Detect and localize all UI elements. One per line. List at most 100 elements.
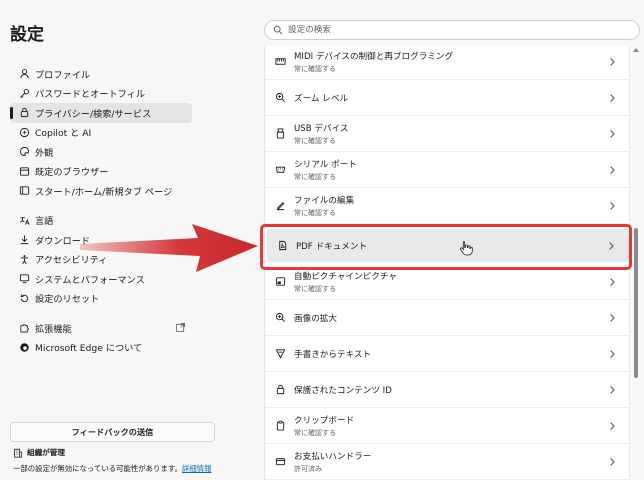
protected-content-icon (273, 383, 287, 397)
edge-icon (18, 341, 30, 353)
sidebar-item-appearance[interactable]: 外観 (10, 142, 192, 162)
managed-label: 組織が管理 (27, 448, 65, 457)
image-zoom-icon (273, 311, 287, 325)
row-file-edit[interactable]: ファイルの編集 常に確認する (265, 188, 631, 224)
lock-icon (18, 107, 30, 119)
search-box[interactable] (264, 20, 640, 40)
chevron-right-icon (610, 421, 615, 430)
chevron-right-icon (610, 57, 615, 66)
handwriting-icon (273, 347, 287, 361)
row-label: ファイルの編集 (294, 195, 355, 206)
midi-icon (273, 55, 287, 69)
chevron-right-icon (610, 93, 615, 102)
sidebar-item-label: 既定のブラウザー (35, 167, 109, 179)
download-icon (18, 234, 30, 246)
chevron-right-icon (610, 201, 615, 210)
zoom-icon (273, 91, 287, 105)
managed-note: 一部の設定が無効になっている可能性があります。詳細情報 (13, 463, 211, 474)
serial-port-icon (273, 163, 287, 177)
sidebar-item-extensions[interactable]: 拡張機能 (10, 318, 192, 338)
home-icon (18, 185, 30, 197)
reset-icon (18, 292, 30, 304)
search-input[interactable] (288, 25, 608, 35)
row-usb[interactable]: USB デバイス 常に確認する (265, 116, 631, 152)
sidebar-item-label: プライバシー/検索/サービス (35, 108, 152, 120)
sidebar-item-profile[interactable]: プロファイル (10, 64, 192, 84)
sidebar-item-label: Microsoft Edge について (35, 343, 143, 355)
sidebar-item-label: スタート/ホーム/新規タブ ページ (35, 186, 173, 198)
building-icon (14, 448, 23, 458)
extensions-icon (18, 322, 30, 334)
sidebar-item-copilot[interactable]: Copilot と AI (10, 123, 192, 143)
row-label: 画像の拡大 (294, 313, 337, 324)
hand-cursor-icon (459, 241, 473, 256)
chevron-right-icon (610, 457, 615, 466)
row-clipboard[interactable]: クリップボード 常に確認する (265, 408, 631, 444)
scroll-thumb[interactable] (634, 228, 638, 378)
pip-icon (273, 275, 287, 289)
managed-by-org: 組織が管理 (13, 447, 65, 458)
row-payment-handler[interactable]: お支払いハンドラー 許可済み (265, 444, 631, 480)
row-label: シリアル ポート (294, 159, 357, 170)
row-image-zoom[interactable]: 画像の拡大 (265, 300, 631, 336)
chevron-right-icon (610, 277, 615, 286)
sidebar-item-about-edge[interactable]: Microsoft Edge について (10, 338, 192, 358)
sidebar-item-privacy[interactable]: プライバシー/検索/サービス (10, 103, 192, 123)
sidebar-item-default-browser[interactable]: 既定のブラウザー (10, 162, 192, 182)
payment-icon (273, 455, 287, 469)
sidebar-item-label: 外観 (35, 147, 54, 159)
external-link-icon (175, 322, 186, 333)
palette-icon (18, 146, 30, 158)
chevron-right-icon (610, 165, 615, 174)
sidebar-item-passwords[interactable]: パスワードとオートフィル (10, 84, 192, 104)
learn-more-link[interactable]: 詳細情報 (182, 464, 212, 473)
language-icon (18, 214, 30, 226)
row-handwriting[interactable]: 手書きからテキスト (265, 336, 631, 372)
row-sub: 常に確認する (294, 64, 336, 73)
row-sub: 常に確認する (294, 428, 336, 437)
sidebar-item-label: パスワードとオートフィル (35, 89, 146, 101)
sidebar-item-label: 拡張機能 (35, 323, 72, 335)
row-midi[interactable]: MIDI デバイスの制御と再プログラミング 常に確認する (265, 44, 631, 80)
row-label: お支払いハンドラー (294, 451, 372, 462)
chevron-right-icon (610, 349, 615, 358)
row-label: 保護されたコンテンツ ID (294, 385, 392, 396)
row-sub: 常に確認する (294, 284, 336, 293)
search-icon (273, 25, 283, 35)
browser-icon (18, 165, 30, 177)
system-icon (18, 273, 30, 285)
row-label: MIDI デバイスの制御と再プログラミング (294, 51, 454, 62)
sidebar-nav: プロファイル パスワードとオートフィル プライバシー/検索/サービス Copil… (10, 64, 192, 357)
profile-icon (18, 68, 30, 80)
send-feedback-button[interactable]: フィードバックの送信 (10, 422, 215, 442)
row-label: クリップボード (294, 415, 355, 426)
accessibility-icon (18, 253, 30, 265)
row-label: USB デバイス (294, 123, 349, 134)
row-zoom[interactable]: ズーム レベル (265, 80, 631, 116)
row-sub: 許可済み (294, 464, 322, 473)
sidebar-item-reset[interactable]: 設定のリセット (10, 289, 192, 309)
sidebar-item-label: Copilot と AI (35, 128, 92, 140)
sidebar-item-label: プロファイル (35, 69, 91, 81)
scroll-up-icon[interactable] (633, 48, 639, 52)
row-protected-content[interactable]: 保護されたコンテンツ ID (265, 372, 631, 408)
sidebar-item-label: 言語 (35, 216, 54, 228)
chevron-right-icon (610, 385, 615, 394)
sidebar-item-label: 設定のリセット (35, 294, 100, 306)
row-sub: 常に確認する (294, 172, 336, 181)
page-title: 設定 (10, 25, 44, 45)
scrollbar[interactable] (632, 46, 640, 480)
row-serial-port[interactable]: シリアル ポート 常に確認する (265, 152, 631, 188)
file-edit-icon (273, 199, 287, 213)
key-icon (18, 87, 30, 99)
chevron-right-icon (610, 129, 615, 138)
clipboard-icon (273, 419, 287, 433)
sidebar-item-start-home[interactable]: スタート/ホーム/新規タブ ページ (10, 181, 192, 201)
annotation-arrow (80, 224, 258, 272)
row-sub: 常に確認する (294, 208, 336, 217)
row-label: 自動ピクチャインピクチャ (294, 271, 397, 282)
managed-note-text: 一部の設定が無効になっている可能性があります。 (13, 464, 182, 473)
row-label: 手書きからテキスト (294, 349, 372, 360)
copilot-icon (18, 126, 30, 138)
chevron-right-icon (610, 313, 615, 322)
